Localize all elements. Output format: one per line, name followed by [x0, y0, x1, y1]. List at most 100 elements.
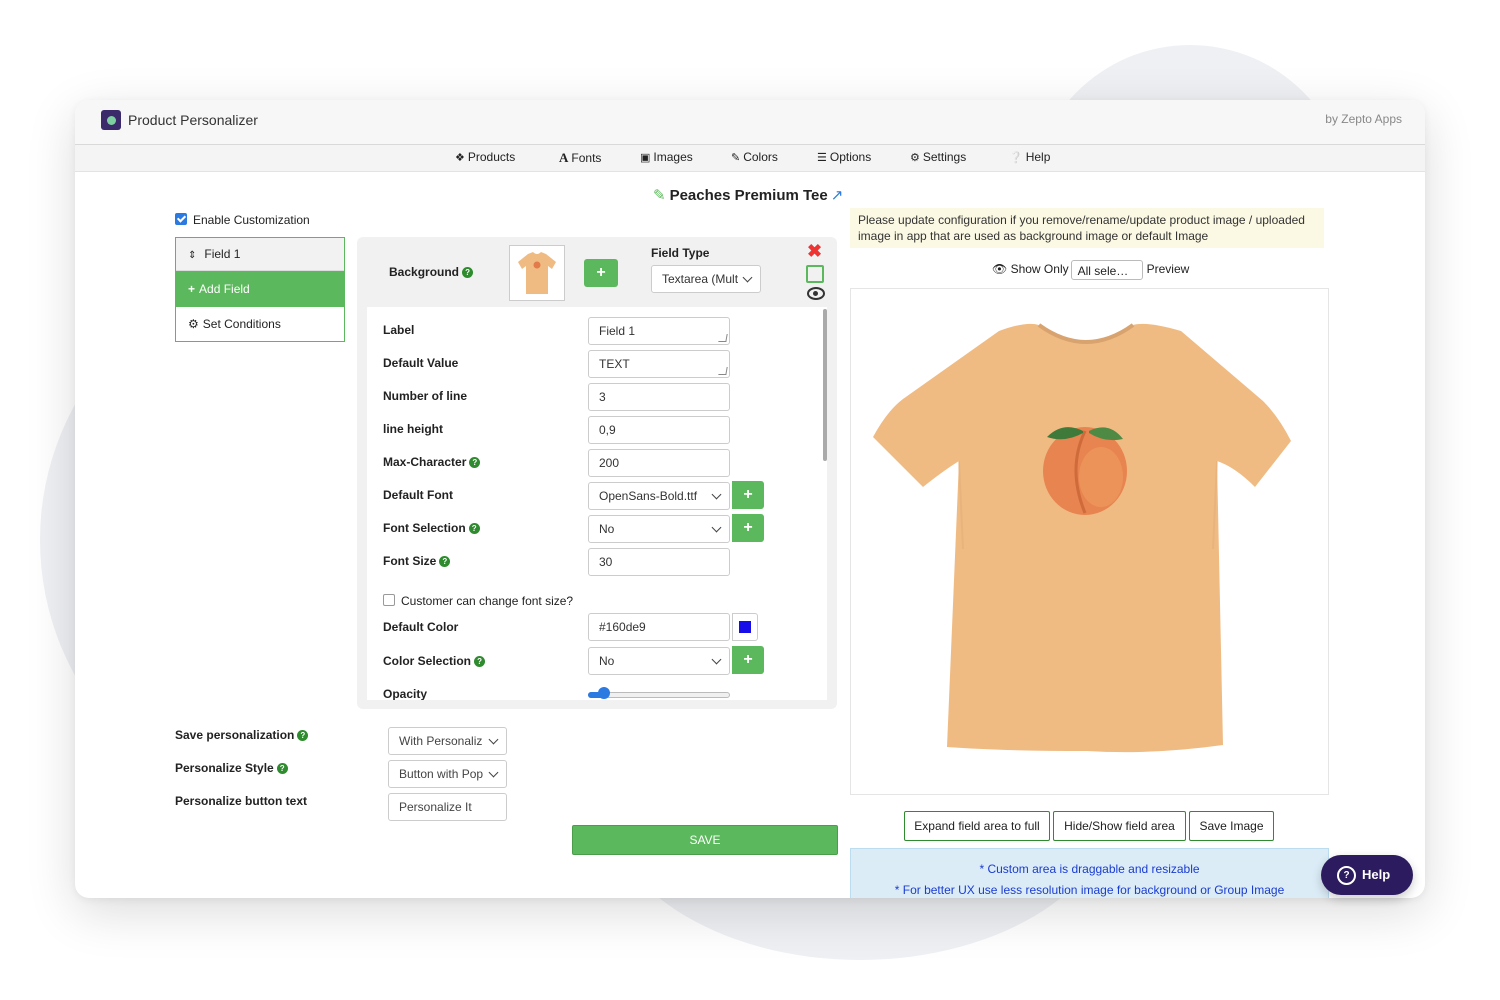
nav-options[interactable]: ☰ Options — [817, 150, 871, 164]
sort-icon[interactable]: ⇕ — [188, 250, 196, 261]
copy-field-icon[interactable] — [806, 265, 824, 283]
font-size-label-text: Font Size — [383, 554, 437, 568]
help-icon[interactable]: ? — [468, 523, 480, 534]
info-line-1: * Custom area is draggable and resizable — [979, 862, 1200, 876]
chevron-down-icon — [711, 654, 722, 665]
field-type-label: Field Type — [651, 246, 710, 260]
nav-images[interactable]: ▣ Images — [640, 150, 693, 164]
save-personalization-label: Save personalization? — [175, 728, 309, 742]
change-font-size-option[interactable]: Customer can change font size? — [383, 594, 573, 608]
delete-field-icon[interactable]: ✖ — [807, 241, 822, 262]
color-selection-label: Color Selection? — [383, 654, 486, 668]
nav-label: Colors — [743, 150, 778, 164]
question-circle-icon: ❔ — [1009, 152, 1023, 164]
help-fab-button[interactable]: ? Help — [1321, 855, 1413, 895]
default-value-text: TEXT — [599, 357, 630, 371]
default-font-value: OpenSans-Bold.ttf — [599, 489, 698, 503]
opacity-label: Opacity — [383, 687, 428, 700]
change-font-size-label: Customer can change font size? — [401, 594, 574, 608]
cubes-icon: ❖ — [455, 152, 465, 164]
font-selection-label-text: Font Selection — [383, 521, 466, 535]
help-fab-label: Help — [1362, 867, 1391, 882]
personalize-button-text-input[interactable]: Personalize It — [388, 793, 507, 821]
config-notice: Please update configuration if you remov… — [850, 208, 1324, 248]
add-field-label: Add Field — [199, 282, 250, 296]
field-item-1[interactable]: ⇕ Field 1 — [176, 238, 344, 271]
color-picker-button[interactable] — [732, 613, 758, 641]
help-icon[interactable]: ? — [474, 656, 486, 667]
background-label: Background? — [389, 265, 474, 279]
add-font-selection-button[interactable]: + — [732, 514, 764, 542]
hide-show-field-area-button[interactable]: Hide/Show field area — [1053, 811, 1186, 841]
form-scrollbar[interactable] — [823, 309, 827, 461]
color-selection-label-text: Color Selection — [383, 654, 472, 668]
font-size-input[interactable]: 30 — [588, 548, 730, 576]
save-button[interactable]: SAVE — [572, 825, 838, 855]
plus-icon: + — [743, 486, 753, 503]
default-value-input[interactable]: TEXT — [588, 350, 730, 378]
number-of-line-value: 3 — [599, 390, 606, 404]
plus-icon: + — [188, 282, 196, 296]
add-field-button[interactable]: + Add Field — [176, 271, 344, 307]
eye-icon[interactable] — [807, 287, 825, 300]
enable-customization[interactable]: Enable Customization — [175, 213, 310, 227]
add-background-button[interactable]: + — [584, 259, 618, 287]
preview-label: Preview — [1146, 262, 1190, 277]
info-box: * Custom area is draggable and resizable… — [850, 848, 1329, 898]
title-bar: Product Personalizer by Zepto Apps — [75, 100, 1425, 145]
nav-help[interactable]: ❔ Help — [1009, 150, 1050, 164]
number-of-line-input[interactable]: 3 — [588, 383, 730, 411]
product-title-text: Peaches Premium Tee — [669, 187, 828, 204]
line-height-input[interactable]: 0,9 — [588, 416, 730, 444]
personalize-style-label-text: Personalize Style — [175, 761, 274, 775]
nav-label: Settings — [922, 150, 967, 164]
personalize-button-text-label: Personalize button text — [175, 794, 308, 808]
background-thumbnail[interactable] — [509, 245, 565, 301]
add-color-button[interactable]: + — [732, 646, 764, 674]
product-preview[interactable] — [850, 288, 1329, 795]
field-type-select[interactable]: Textarea (Mult — [651, 265, 761, 293]
help-icon[interactable]: ? — [276, 763, 288, 774]
field-form: Label Field 1 Default Value TEXT Number … — [367, 307, 827, 700]
chevron-down-icon — [711, 489, 722, 500]
label-input[interactable]: Field 1 — [588, 317, 730, 345]
nav-products[interactable]: ❖ Products — [455, 150, 515, 164]
personalize-style-value: Button with Pop — [399, 767, 484, 781]
save-image-button[interactable]: Save Image — [1189, 811, 1274, 841]
default-color-input[interactable]: #160de9 — [588, 613, 730, 641]
tshirt-preview-image — [873, 323, 1291, 753]
help-icon[interactable]: ? — [439, 556, 451, 567]
field-editor: Background? + Field Type Textarea (Mult … — [357, 237, 837, 709]
enable-customization-label: Enable Customization — [193, 213, 310, 227]
color-swatch — [739, 621, 751, 633]
font-selection-select[interactable]: No — [588, 515, 730, 543]
help-icon[interactable]: ? — [297, 730, 309, 741]
tshirt-thumbnail-image — [518, 252, 556, 294]
gears-icon: ⚙ — [910, 152, 920, 164]
enable-customization-checkbox[interactable] — [175, 213, 187, 225]
line-height-value: 0,9 — [599, 423, 616, 437]
max-character-input[interactable]: 200 — [588, 449, 730, 477]
default-font-label: Default Font — [383, 488, 453, 502]
personalize-style-select[interactable]: Button with Pop — [388, 760, 507, 788]
vendor-label: by Zepto Apps — [1325, 112, 1402, 126]
expand-field-area-button[interactable]: Expand field area to full — [904, 811, 1050, 841]
external-link-icon[interactable]: ↗ — [831, 187, 844, 204]
set-conditions-button[interactable]: ⚙ Set Conditions — [176, 307, 344, 341]
edit-icon[interactable]: ✎ — [653, 187, 666, 204]
show-only-select[interactable]: All sele… — [1070, 260, 1143, 280]
default-font-select[interactable]: OpenSans-Bold.ttf — [588, 482, 730, 510]
font-size-label: Font Size? — [383, 554, 451, 568]
color-selection-select[interactable]: No — [588, 647, 730, 675]
help-icon[interactable]: ? — [469, 457, 481, 468]
nav-settings[interactable]: ⚙ Settings — [910, 150, 966, 164]
save-personalization-select[interactable]: With Personaliz — [388, 727, 507, 755]
change-font-size-checkbox[interactable] — [383, 594, 395, 606]
default-color-value: #160de9 — [599, 620, 646, 634]
nav-fonts[interactable]: A Fonts — [559, 150, 601, 166]
nav-colors[interactable]: ✎ Colors — [731, 150, 778, 164]
show-only-label: Show Only — [1010, 262, 1069, 277]
help-icon[interactable]: ? — [462, 267, 474, 278]
add-font-button[interactable]: + — [732, 481, 764, 509]
info-line-2: * For better UX use less resolution imag… — [894, 883, 1285, 897]
